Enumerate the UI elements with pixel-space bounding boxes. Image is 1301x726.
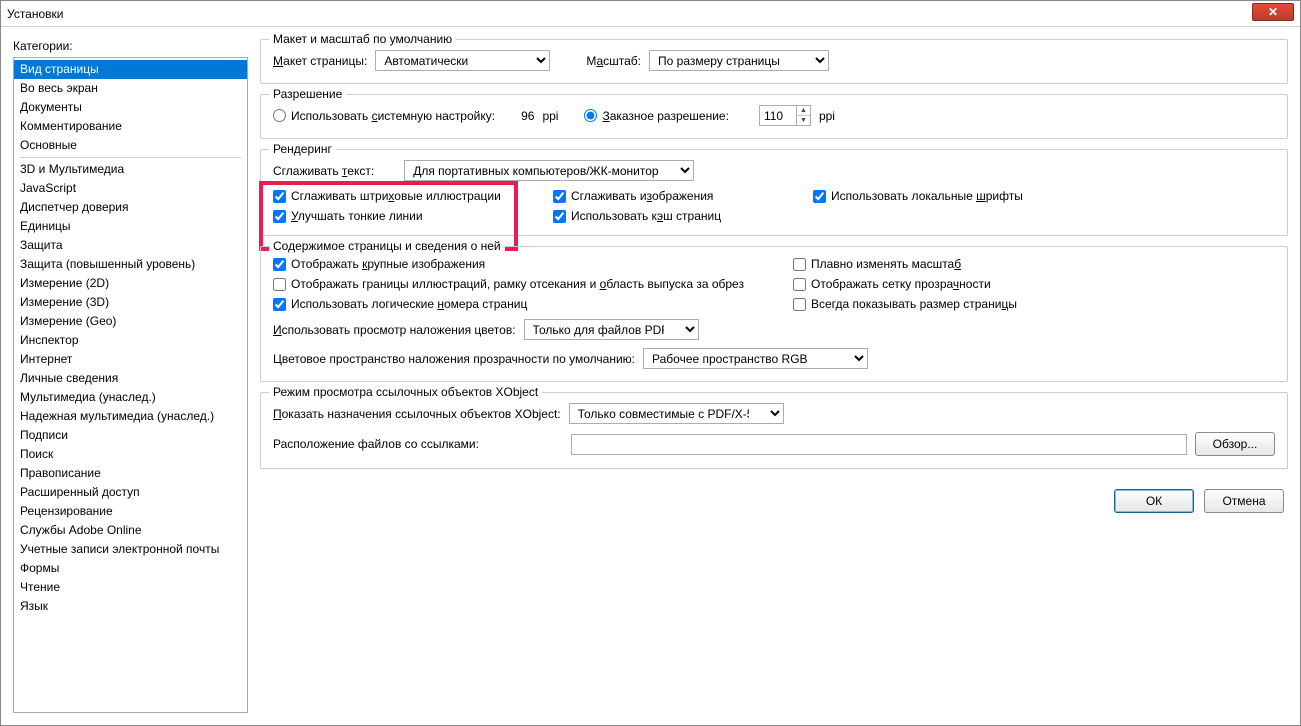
check-thin-lines[interactable]: Улучшать тонкие линии bbox=[273, 209, 533, 223]
list-item[interactable]: Защита (повышенный уровень) bbox=[14, 255, 247, 274]
list-item[interactable]: Рецензирование bbox=[14, 502, 247, 521]
list-item[interactable]: Измерение (2D) bbox=[14, 274, 247, 293]
list-item[interactable]: Измерение (Geo) bbox=[14, 312, 247, 331]
group-title: Макет и масштаб по умолчанию bbox=[269, 32, 456, 46]
list-item[interactable]: Единицы bbox=[14, 217, 247, 236]
sidebar: Категории: Вид страницыВо весь экранДоку… bbox=[13, 39, 248, 713]
show-targets-label: Показать назначения ссылочных объектов X… bbox=[273, 407, 561, 421]
check-smooth-line-art[interactable]: Сглаживать штриховые иллюстрации bbox=[273, 189, 533, 203]
custom-ppi-input[interactable] bbox=[760, 108, 796, 124]
list-item[interactable]: Расширенный доступ bbox=[14, 483, 247, 502]
list-item[interactable]: Личные сведения bbox=[14, 369, 247, 388]
page-layout-select[interactable]: Автоматически bbox=[375, 50, 550, 71]
close-button[interactable]: ✕ bbox=[1252, 3, 1294, 21]
group-title: Рендеринг bbox=[269, 142, 336, 156]
list-item[interactable]: Инспектор bbox=[14, 331, 247, 350]
list-item[interactable]: Службы Adobe Online bbox=[14, 521, 247, 540]
list-item[interactable]: Язык bbox=[14, 597, 247, 616]
list-item[interactable]: Правописание bbox=[14, 464, 247, 483]
list-item[interactable]: Документы bbox=[14, 98, 247, 117]
blend-space-label: Цветовое пространство наложения прозрачн… bbox=[273, 352, 635, 366]
check-smooth-zoom[interactable]: Плавно изменять масштаб bbox=[793, 257, 1053, 271]
overprint-label: Использовать просмотр наложения цветов: bbox=[273, 323, 516, 337]
list-item[interactable]: Во весь экран bbox=[14, 79, 247, 98]
overprint-select[interactable]: Только для файлов PDF/X bbox=[524, 319, 699, 340]
zoom-label: Масштаб: bbox=[586, 54, 641, 68]
categories-list[interactable]: Вид страницыВо весь экранДокументыКоммен… bbox=[13, 57, 248, 713]
check-always-show-size[interactable]: Всегда показывать размер страницы bbox=[793, 297, 1053, 311]
check-art-borders[interactable]: Отображать границы иллюстраций, рамку от… bbox=[273, 277, 773, 291]
zoom-select[interactable]: По размеру страницы bbox=[649, 50, 829, 71]
file-location-label: Расположение файлов со ссылками: bbox=[273, 437, 563, 451]
list-item[interactable]: Защита bbox=[14, 236, 247, 255]
list-item[interactable]: 3D и Мультимедиа bbox=[14, 160, 247, 179]
list-item[interactable]: Учетные записи электронной почты bbox=[14, 540, 247, 559]
dialog-footer: ОК Отмена bbox=[260, 479, 1288, 517]
smooth-text-label: Сглаживать текст: bbox=[273, 164, 374, 178]
list-item[interactable]: Комментирование bbox=[14, 117, 247, 136]
group-rendering: Рендеринг Сглаживать текст: Для портатив… bbox=[260, 149, 1288, 236]
list-item[interactable]: Поиск bbox=[14, 445, 247, 464]
group-resolution: Разрешение Использовать системную настро… bbox=[260, 94, 1288, 139]
custom-ppi-spinner[interactable]: ▲▼ bbox=[759, 105, 811, 126]
group-title: Разрешение bbox=[269, 87, 346, 101]
spin-up-icon[interactable]: ▲ bbox=[797, 106, 810, 116]
list-item[interactable]: Интернет bbox=[14, 350, 247, 369]
main-panel: Макет и масштаб по умолчанию ММакет стра… bbox=[260, 39, 1288, 713]
list-item[interactable]: Подписи bbox=[14, 426, 247, 445]
ok-button[interactable]: ОК bbox=[1114, 489, 1194, 513]
list-item[interactable]: Мультимедиа (унаслед.) bbox=[14, 388, 247, 407]
group-default-layout: Макет и масштаб по умолчанию ММакет стра… bbox=[260, 39, 1288, 84]
show-targets-select[interactable]: Только совместимые с PDF/X-5 bbox=[569, 403, 784, 424]
file-location-input[interactable] bbox=[571, 434, 1187, 455]
check-logical-pages[interactable]: Использовать логические номера страниц bbox=[273, 297, 773, 311]
check-smooth-images[interactable]: Сглаживать изображения bbox=[553, 189, 793, 203]
cancel-button[interactable]: Отмена bbox=[1204, 489, 1284, 513]
blend-space-select[interactable]: Рабочее пространство RGB bbox=[643, 348, 868, 369]
browse-button[interactable]: Обзор... bbox=[1195, 432, 1275, 456]
smooth-text-select[interactable]: Для портативных компьютеров/ЖК-мониторов bbox=[404, 160, 694, 181]
window-title: Установки bbox=[7, 7, 63, 21]
radio-system-resolution[interactable]: Использовать системную настройку: bbox=[273, 109, 495, 123]
spin-down-icon[interactable]: ▼ bbox=[797, 116, 810, 125]
radio-custom-resolution[interactable]: Заказное разрешение: bbox=[584, 109, 729, 123]
list-item[interactable]: Чтение bbox=[14, 578, 247, 597]
list-item[interactable]: Основные bbox=[14, 136, 247, 155]
list-item[interactable]: Формы bbox=[14, 559, 247, 578]
ppi-label: ppi bbox=[819, 109, 835, 123]
list-item[interactable]: Измерение (3D) bbox=[14, 293, 247, 312]
list-item[interactable]: Диспетчер доверия bbox=[14, 198, 247, 217]
list-item[interactable]: JavaScript bbox=[14, 179, 247, 198]
check-local-fonts[interactable]: Использовать локальные шрифты bbox=[813, 189, 1073, 203]
titlebar: Установки ✕ bbox=[1, 1, 1300, 27]
sidebar-label: Категории: bbox=[13, 39, 248, 53]
list-item[interactable]: Надежная мультимедиа (унаслед.) bbox=[14, 407, 247, 426]
page-layout-label: ММакет страницы:акет страницы: bbox=[273, 54, 367, 68]
check-page-cache[interactable]: Использовать кэш страниц bbox=[553, 209, 793, 223]
group-page-content: Содержимое страницы и сведения о ней Ото… bbox=[260, 246, 1288, 382]
system-ppi-value: 96 bbox=[521, 109, 534, 123]
close-icon: ✕ bbox=[1268, 5, 1278, 19]
check-large-images[interactable]: Отображать крупные изображения bbox=[273, 257, 773, 271]
group-title: Содержимое страницы и сведения о ней bbox=[269, 239, 505, 253]
group-title: Режим просмотра ссылочных объектов XObje… bbox=[269, 385, 542, 399]
ppi-label: ppi bbox=[542, 109, 558, 123]
list-item[interactable]: Вид страницы bbox=[14, 60, 247, 79]
group-xobject: Режим просмотра ссылочных объектов XObje… bbox=[260, 392, 1288, 469]
check-transparency-grid[interactable]: Отображать сетку прозрачности bbox=[793, 277, 1053, 291]
